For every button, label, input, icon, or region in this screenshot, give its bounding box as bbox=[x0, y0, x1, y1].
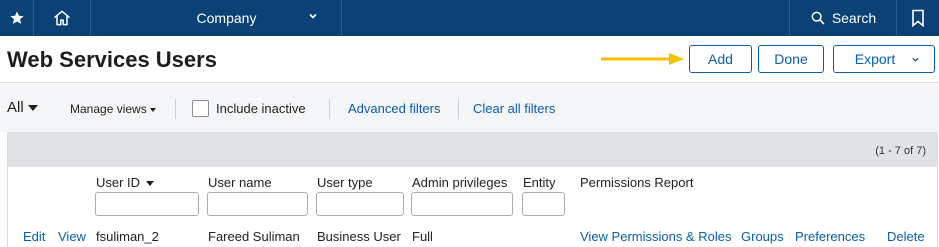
company-label: Company bbox=[196, 10, 257, 26]
column-header-label: User ID bbox=[96, 175, 141, 190]
highlight-arrow-icon bbox=[601, 53, 684, 65]
clear-all-filters-link[interactable]: Clear all filters bbox=[473, 101, 555, 116]
user-name-filter-input[interactable] bbox=[207, 192, 308, 216]
include-inactive-label: Include inactive bbox=[216, 101, 306, 116]
divider bbox=[458, 99, 459, 119]
user-id-filter-input[interactable] bbox=[95, 192, 199, 216]
view-link[interactable]: View bbox=[58, 229, 86, 244]
bookmark-button[interactable] bbox=[897, 0, 939, 36]
bookmark-icon bbox=[912, 9, 924, 27]
page-title: Web Services Users bbox=[7, 47, 217, 72]
column-header-permissions-report: Permissions Report bbox=[580, 175, 694, 190]
user-type-filter-input[interactable] bbox=[316, 192, 404, 216]
nav-spacer bbox=[342, 0, 790, 36]
preferences-link[interactable]: Preferences bbox=[795, 229, 865, 244]
filter-bar: All Manage views Include inactive Advanc… bbox=[0, 84, 939, 132]
add-button[interactable]: Add bbox=[689, 45, 752, 73]
search-button[interactable]: Search bbox=[790, 0, 897, 36]
sort-desc-icon bbox=[146, 181, 155, 187]
users-table: (1 - 7 of 7) User ID User name User type… bbox=[7, 132, 938, 247]
advanced-filters-link[interactable]: Advanced filters bbox=[348, 101, 441, 116]
search-icon bbox=[811, 11, 825, 25]
include-inactive-checkbox[interactable] bbox=[192, 100, 209, 117]
star-icon bbox=[9, 11, 24, 24]
user-id-cell: fsuliman_2 bbox=[96, 229, 159, 244]
record-count: (1 - 7 of 7) bbox=[875, 145, 926, 157]
divider bbox=[329, 99, 330, 119]
column-header-admin-privileges[interactable]: Admin privileges bbox=[412, 175, 507, 190]
view-selector[interactable]: All bbox=[7, 99, 38, 116]
column-header-user-type[interactable]: User type bbox=[317, 175, 373, 190]
company-menu[interactable]: Company bbox=[91, 0, 342, 36]
home-icon bbox=[54, 10, 70, 26]
caret-down-icon bbox=[149, 107, 156, 112]
column-header-entity[interactable]: Entity bbox=[523, 175, 556, 190]
add-button-label: Add bbox=[708, 51, 733, 67]
export-button-label: Export bbox=[854, 51, 896, 67]
home-button[interactable] bbox=[34, 0, 91, 36]
divider bbox=[175, 99, 176, 119]
groups-link[interactable]: Groups bbox=[741, 229, 784, 244]
caret-down-icon bbox=[27, 105, 38, 112]
entity-filter-input[interactable] bbox=[522, 192, 565, 216]
manage-views-label: Manage views bbox=[70, 102, 147, 116]
view-selector-label: All bbox=[7, 99, 24, 116]
favorites-button[interactable] bbox=[0, 0, 34, 36]
user-type-cell: Business User bbox=[317, 229, 401, 244]
admin-privileges-filter-input[interactable] bbox=[411, 192, 513, 216]
page-header: Web Services Users Add Done Export bbox=[0, 36, 939, 83]
table-toolbar: (1 - 7 of 7) bbox=[8, 133, 937, 167]
done-button[interactable]: Done bbox=[758, 45, 824, 73]
export-button[interactable]: Export bbox=[833, 45, 935, 73]
column-header-user-name[interactable]: User name bbox=[208, 175, 272, 190]
column-header-user-id[interactable]: User ID bbox=[96, 175, 155, 190]
chevron-down-icon bbox=[309, 13, 317, 19]
view-permissions-roles-link[interactable]: View Permissions & Roles bbox=[580, 229, 731, 244]
chevron-down-icon bbox=[912, 57, 919, 62]
top-nav-bar: Company Search bbox=[0, 0, 939, 36]
edit-link[interactable]: Edit bbox=[23, 229, 45, 244]
delete-link[interactable]: Delete bbox=[887, 229, 925, 244]
done-button-label: Done bbox=[774, 51, 808, 67]
manage-views-menu[interactable]: Manage views bbox=[70, 102, 156, 116]
admin-privileges-cell: Full bbox=[412, 229, 433, 244]
user-name-cell: Fareed Suliman bbox=[208, 229, 300, 244]
search-label: Search bbox=[831, 10, 877, 26]
